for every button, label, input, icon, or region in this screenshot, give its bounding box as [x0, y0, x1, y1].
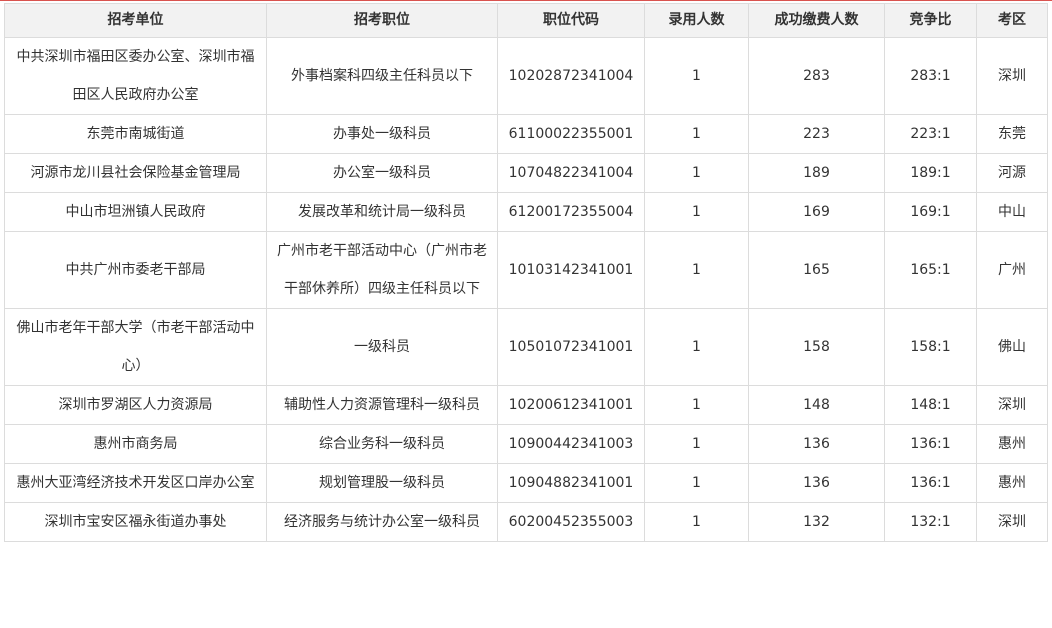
header-hires: 录用人数: [644, 3, 749, 38]
cell-code: 10202872341004: [497, 37, 645, 115]
cell-unit: 东莞市南城街道: [4, 114, 267, 154]
cell-position: 规划管理股一级科员: [266, 463, 498, 503]
cell-paid-applicants: 165: [748, 231, 885, 309]
cell-paid-applicants: 136: [748, 424, 885, 464]
cell-competition-ratio: 189:1: [884, 153, 977, 193]
table-row: 佛山市老年干部大学（市老干部活动中心） 一级科员 10501072341001 …: [4, 308, 1048, 386]
table-row: 河源市龙川县社会保险基金管理局 办公室一级科员 10704822341004 1…: [4, 153, 1048, 193]
cell-position: 外事档案科四级主任科员以下: [266, 37, 498, 115]
cell-paid-applicants: 169: [748, 192, 885, 232]
cell-paid-applicants: 148: [748, 385, 885, 425]
header-position: 招考职位: [266, 3, 498, 38]
cell-hires: 1: [644, 153, 749, 193]
cell-exam-area: 佛山: [976, 308, 1048, 386]
cell-paid-applicants: 189: [748, 153, 885, 193]
cell-paid-applicants: 132: [748, 502, 885, 542]
header-paid-applicants: 成功缴费人数: [748, 3, 885, 38]
cell-paid-applicants: 283: [748, 37, 885, 115]
cell-position: 辅助性人力资源管理科一级科员: [266, 385, 498, 425]
cell-exam-area: 深圳: [976, 37, 1048, 115]
cell-unit: 深圳市罗湖区人力资源局: [4, 385, 267, 425]
cell-competition-ratio: 136:1: [884, 463, 977, 503]
cell-competition-ratio: 148:1: [884, 385, 977, 425]
cell-hires: 1: [644, 37, 749, 115]
cell-code: 10103142341001: [497, 231, 645, 309]
cell-paid-applicants: 223: [748, 114, 885, 154]
cell-hires: 1: [644, 231, 749, 309]
cell-code: 61100022355001: [497, 114, 645, 154]
cell-competition-ratio: 283:1: [884, 37, 977, 115]
cell-position: 经济服务与统计办公室一级科员: [266, 502, 498, 542]
cell-exam-area: 河源: [976, 153, 1048, 193]
cell-code: 10900442341003: [497, 424, 645, 464]
cell-hires: 1: [644, 114, 749, 154]
header-unit: 招考单位: [4, 3, 267, 38]
cell-competition-ratio: 169:1: [884, 192, 977, 232]
cell-exam-area: 广州: [976, 231, 1048, 309]
table-row: 深圳市宝安区福永街道办事处 经济服务与统计办公室一级科员 60200452355…: [4, 502, 1048, 542]
cell-unit: 惠州市商务局: [4, 424, 267, 464]
cell-exam-area: 深圳: [976, 502, 1048, 542]
recruitment-table: 招考单位 招考职位 职位代码 录用人数 成功缴费人数 竞争比 考区 中共深圳市福…: [4, 3, 1048, 542]
cell-position: 广州市老干部活动中心（广州市老干部休养所）四级主任科员以下: [266, 231, 498, 309]
cell-exam-area: 中山: [976, 192, 1048, 232]
cell-unit: 深圳市宝安区福永街道办事处: [4, 502, 267, 542]
cell-paid-applicants: 158: [748, 308, 885, 386]
cell-competition-ratio: 136:1: [884, 424, 977, 464]
cell-position: 一级科员: [266, 308, 498, 386]
cell-hires: 1: [644, 308, 749, 386]
cell-position: 办公室一级科员: [266, 153, 498, 193]
table-row: 中共深圳市福田区委办公室、深圳市福田区人民政府办公室 外事档案科四级主任科员以下…: [4, 37, 1048, 115]
cell-competition-ratio: 223:1: [884, 114, 977, 154]
cell-code: 10501072341001: [497, 308, 645, 386]
page: 招考单位 招考职位 职位代码 录用人数 成功缴费人数 竞争比 考区 中共深圳市福…: [0, 0, 1052, 628]
cell-hires: 1: [644, 385, 749, 425]
header-competition-ratio: 竞争比: [884, 3, 977, 38]
table-row: 惠州市商务局 综合业务科一级科员 10900442341003 1 136 13…: [4, 424, 1048, 464]
cell-position: 发展改革和统计局一级科员: [266, 192, 498, 232]
cell-hires: 1: [644, 424, 749, 464]
cell-exam-area: 惠州: [976, 424, 1048, 464]
table-row: 惠州大亚湾经济技术开发区口岸办公室 规划管理股一级科员 109048823410…: [4, 463, 1048, 503]
cell-competition-ratio: 158:1: [884, 308, 977, 386]
cell-exam-area: 惠州: [976, 463, 1048, 503]
header-code: 职位代码: [497, 3, 645, 38]
cell-exam-area: 深圳: [976, 385, 1048, 425]
cell-unit: 惠州大亚湾经济技术开发区口岸办公室: [4, 463, 267, 503]
cell-code: 60200452355003: [497, 502, 645, 542]
table-row: 深圳市罗湖区人力资源局 辅助性人力资源管理科一级科员 1020061234100…: [4, 385, 1048, 425]
cell-hires: 1: [644, 463, 749, 503]
cell-code: 10704822341004: [497, 153, 645, 193]
cell-exam-area: 东莞: [976, 114, 1048, 154]
header-exam-area: 考区: [976, 3, 1048, 38]
cell-code: 10904882341001: [497, 463, 645, 503]
cell-hires: 1: [644, 502, 749, 542]
table-header: 招考单位 招考职位 职位代码 录用人数 成功缴费人数 竞争比 考区: [4, 3, 1048, 38]
header-row: 招考单位 招考职位 职位代码 录用人数 成功缴费人数 竞争比 考区: [4, 3, 1048, 38]
cell-code: 61200172355004: [497, 192, 645, 232]
cell-position: 综合业务科一级科员: [266, 424, 498, 464]
cell-position: 办事处一级科员: [266, 114, 498, 154]
cell-code: 10200612341001: [497, 385, 645, 425]
table-row: 中共广州市委老干部局 广州市老干部活动中心（广州市老干部休养所）四级主任科员以下…: [4, 231, 1048, 309]
table-row: 东莞市南城街道 办事处一级科员 61100022355001 1 223 223…: [4, 114, 1048, 154]
cell-unit: 河源市龙川县社会保险基金管理局: [4, 153, 267, 193]
table-body: 中共深圳市福田区委办公室、深圳市福田区人民政府办公室 外事档案科四级主任科员以下…: [4, 37, 1048, 542]
table-row: 中山市坦洲镇人民政府 发展改革和统计局一级科员 61200172355004 1…: [4, 192, 1048, 232]
cell-unit: 中共深圳市福田区委办公室、深圳市福田区人民政府办公室: [4, 37, 267, 115]
cell-unit: 中共广州市委老干部局: [4, 231, 267, 309]
cell-competition-ratio: 165:1: [884, 231, 977, 309]
cell-hires: 1: [644, 192, 749, 232]
cell-unit: 佛山市老年干部大学（市老干部活动中心）: [4, 308, 267, 386]
cell-competition-ratio: 132:1: [884, 502, 977, 542]
cell-unit: 中山市坦洲镇人民政府: [4, 192, 267, 232]
cell-paid-applicants: 136: [748, 463, 885, 503]
